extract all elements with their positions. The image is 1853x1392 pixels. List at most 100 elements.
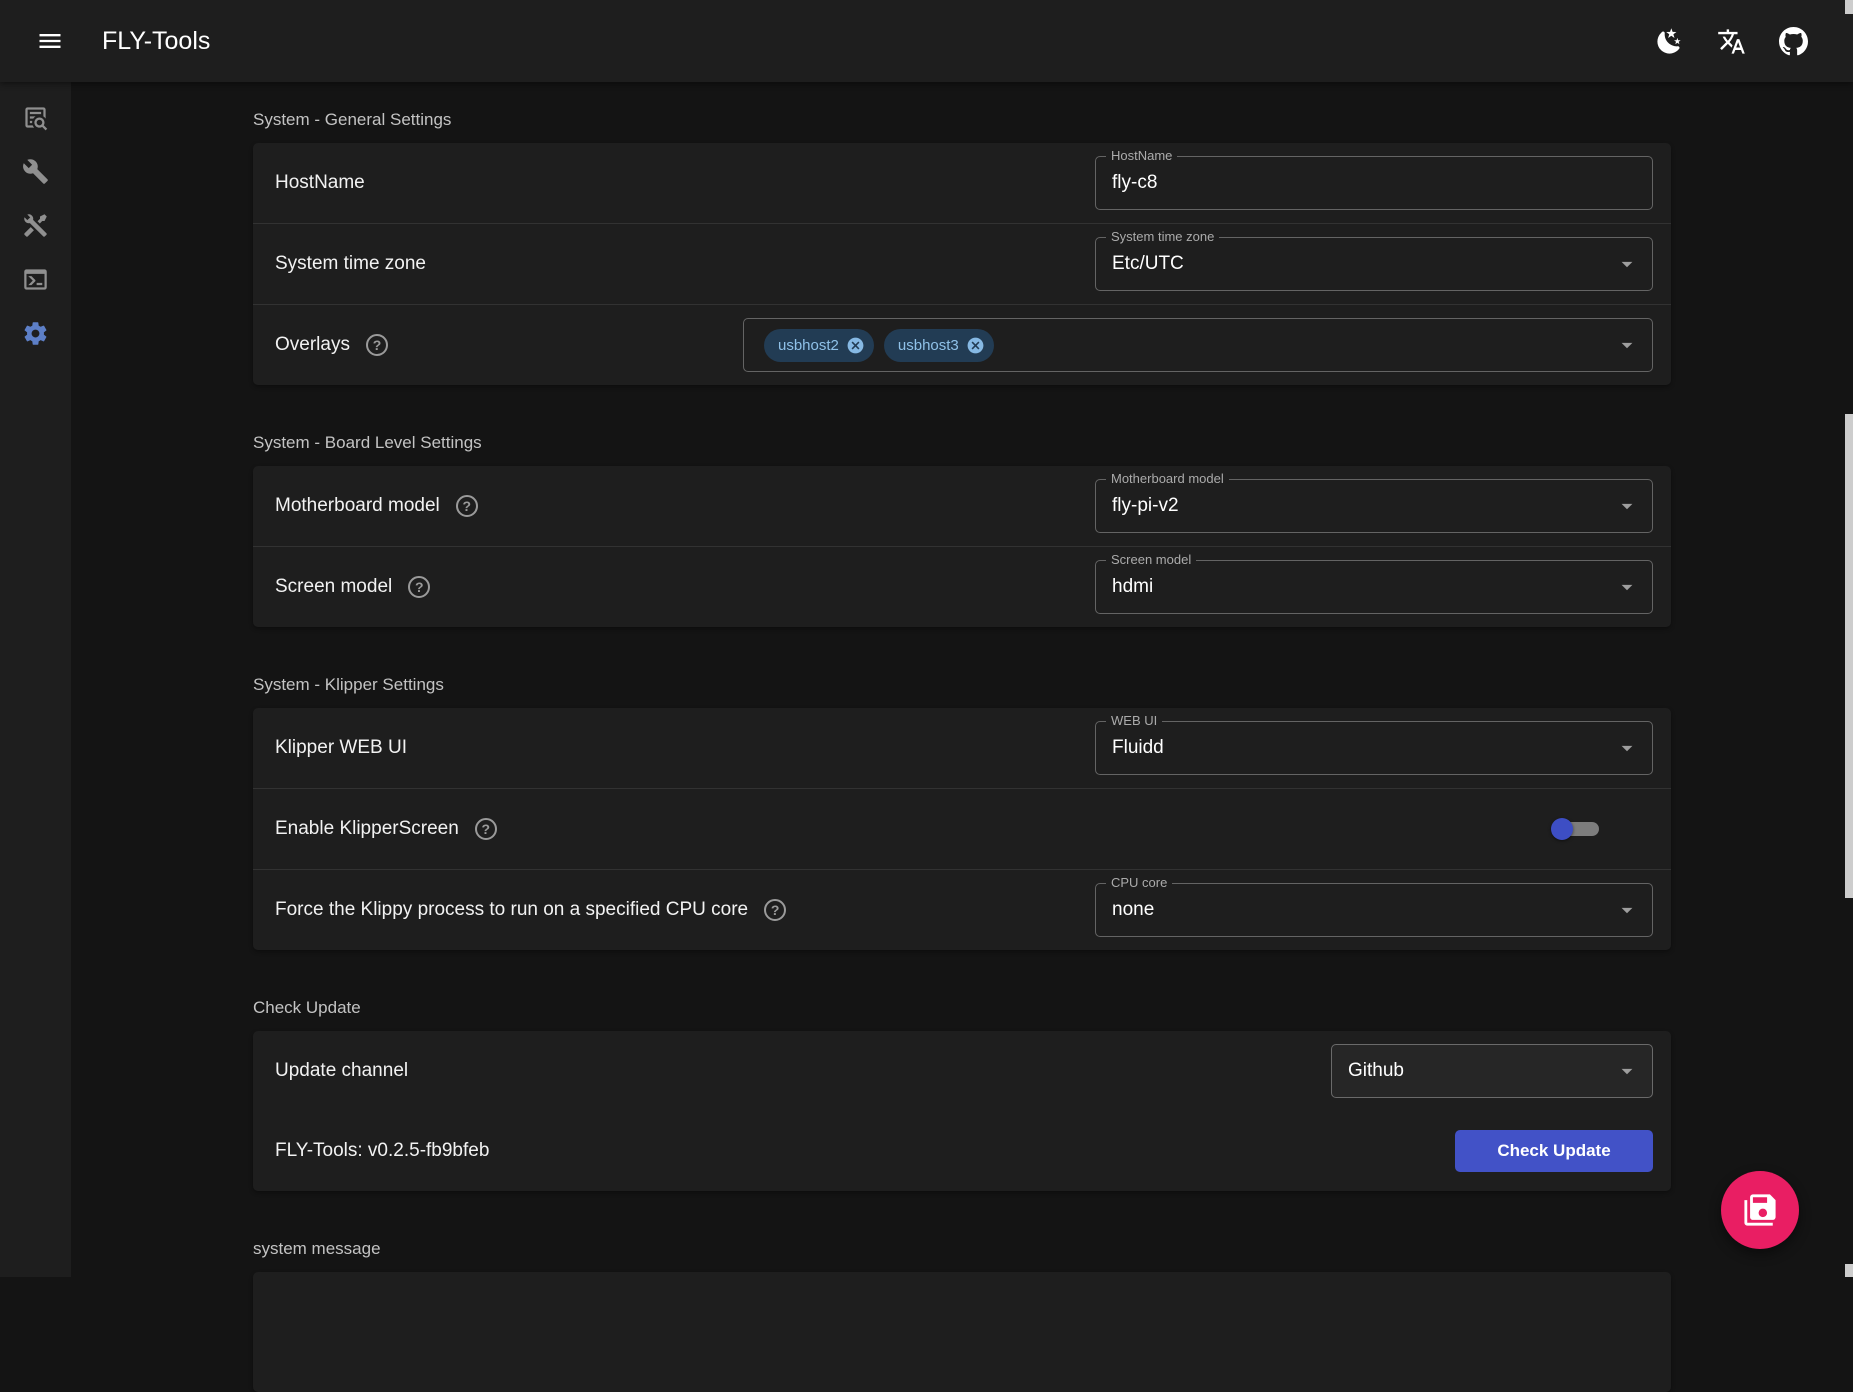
scrollbar-thumb[interactable] xyxy=(1845,414,1853,898)
row-hostname: HostName HostName fly-c8 xyxy=(253,143,1671,223)
chevron-down-icon xyxy=(1614,493,1640,519)
tools-icon xyxy=(22,212,49,239)
terminal-icon xyxy=(22,266,49,293)
row-screen-model: Screen model ? Screen model hdmi xyxy=(253,547,1671,627)
overlays-select[interactable]: usbhost2 usbhost3 xyxy=(743,318,1653,372)
translate-button[interactable] xyxy=(1707,17,1755,65)
overlays-label: Overlays ? xyxy=(275,334,388,356)
section-title-general: System - General Settings xyxy=(253,110,1671,130)
timezone-value: Etc/UTC xyxy=(1112,253,1184,275)
timezone-label: System time zone xyxy=(275,253,426,275)
sidebar-item-settings[interactable] xyxy=(9,306,63,360)
cpucore-field-label: CPU core xyxy=(1106,875,1172,892)
timezone-field-label: System time zone xyxy=(1106,229,1219,246)
github-button[interactable] xyxy=(1769,17,1817,65)
overlay-chips: usbhost2 usbhost3 xyxy=(764,329,994,362)
screen-field-label: Screen model xyxy=(1106,552,1196,569)
motherboard-value: fly-pi-v2 xyxy=(1112,495,1179,517)
version-text: FLY-Tools: v0.2.5-fb9bfeb xyxy=(275,1140,489,1162)
motherboard-field-label: Motherboard model xyxy=(1106,471,1229,488)
check-update-card: Update channel Github FLY-Tools: v0.2.5-… xyxy=(253,1031,1671,1191)
timezone-select[interactable]: System time zone Etc/UTC xyxy=(1095,237,1653,291)
section-title-board: System - Board Level Settings xyxy=(253,433,1671,453)
row-overlays: Overlays ? usbhost2 xyxy=(253,305,1671,385)
app-bar: FLY-Tools xyxy=(0,0,1853,82)
hamburger-icon xyxy=(36,27,64,55)
screen-model-label: Screen model ? xyxy=(275,576,430,598)
row-version: FLY-Tools: v0.2.5-fb9bfeb Check Update xyxy=(253,1111,1671,1191)
motherboard-select[interactable]: Motherboard model fly-pi-v2 xyxy=(1095,479,1653,533)
file-search-icon xyxy=(22,104,49,131)
scrollbar-segment[interactable] xyxy=(1845,1264,1853,1277)
screen-model-select[interactable]: Screen model hdmi xyxy=(1095,560,1653,614)
klipper-settings-card: Klipper WEB UI WEB UI Fluidd Enable Klip… xyxy=(253,708,1671,950)
section-title-message: system message xyxy=(253,1239,1671,1259)
settings-gears-icon xyxy=(22,320,49,347)
sidebar-item-terminal[interactable] xyxy=(9,252,63,306)
save-all-icon xyxy=(1743,1193,1777,1227)
sidebar-item-tools[interactable] xyxy=(9,198,63,252)
help-icon[interactable]: ? xyxy=(408,576,430,598)
help-icon[interactable]: ? xyxy=(366,334,388,356)
general-settings-card: HostName HostName fly-c8 System time zon… xyxy=(253,143,1671,385)
help-icon[interactable]: ? xyxy=(475,818,497,840)
row-cpucore: Force the Klippy process to run on a spe… xyxy=(253,870,1671,950)
screen-value: hdmi xyxy=(1112,576,1153,598)
app-title: FLY-Tools xyxy=(102,27,210,56)
sidebar-item-config[interactable] xyxy=(9,144,63,198)
moon-icon xyxy=(1655,27,1684,56)
system-message-card xyxy=(253,1272,1671,1392)
menu-button[interactable] xyxy=(26,17,74,65)
section-klipper: System - Klipper Settings Klipper WEB UI… xyxy=(253,675,1671,950)
cpucore-select[interactable]: CPU core none xyxy=(1095,883,1653,937)
sidebar-item-system-info[interactable] xyxy=(9,90,63,144)
chip-close-icon[interactable] xyxy=(966,336,985,355)
section-title-update: Check Update xyxy=(253,998,1671,1018)
help-icon[interactable]: ? xyxy=(764,899,786,921)
scrollbar xyxy=(1845,0,1853,1277)
section-message: system message xyxy=(253,1239,1671,1392)
klipperscreen-label: Enable KlipperScreen ? xyxy=(275,818,497,840)
cpucore-label: Force the Klippy process to run on a spe… xyxy=(275,899,786,921)
chevron-down-icon xyxy=(1614,897,1640,923)
section-board: System - Board Level Settings Motherboar… xyxy=(253,433,1671,627)
chip-usbhost2[interactable]: usbhost2 xyxy=(764,329,874,362)
webui-field-label: WEB UI xyxy=(1106,713,1162,730)
sidebar xyxy=(0,82,71,1277)
section-title-klipper: System - Klipper Settings xyxy=(253,675,1671,695)
check-update-button[interactable]: Check Update xyxy=(1455,1130,1653,1172)
webui-select[interactable]: WEB UI Fluidd xyxy=(1095,721,1653,775)
chevron-down-icon xyxy=(1614,332,1640,358)
row-timezone: System time zone System time zone Etc/UT… xyxy=(253,224,1671,304)
row-update-channel: Update channel Github xyxy=(253,1031,1671,1111)
wrench-icon xyxy=(22,158,49,185)
hostname-label: HostName xyxy=(275,172,365,194)
chip-usbhost3[interactable]: usbhost3 xyxy=(884,329,994,362)
scrollbar-segment[interactable] xyxy=(1845,0,1853,14)
update-channel-value: Github xyxy=(1348,1060,1404,1082)
update-channel-label: Update channel xyxy=(275,1060,408,1082)
board-settings-card: Motherboard model ? Motherboard model fl… xyxy=(253,466,1671,627)
chevron-down-icon xyxy=(1614,1058,1640,1084)
row-motherboard: Motherboard model ? Motherboard model fl… xyxy=(253,466,1671,546)
translate-icon xyxy=(1717,27,1746,56)
switch-thumb xyxy=(1551,818,1573,840)
webui-label: Klipper WEB UI xyxy=(275,737,407,759)
save-fab-button[interactable] xyxy=(1721,1171,1799,1249)
chevron-down-icon xyxy=(1614,251,1640,277)
hostname-field-label: HostName xyxy=(1106,148,1177,165)
help-icon[interactable]: ? xyxy=(456,495,478,517)
update-channel-select[interactable]: Github xyxy=(1331,1044,1653,1098)
chevron-down-icon xyxy=(1614,735,1640,761)
chip-close-icon[interactable] xyxy=(846,336,865,355)
motherboard-label: Motherboard model ? xyxy=(275,495,478,517)
dark-mode-button[interactable] xyxy=(1645,17,1693,65)
cpucore-value: none xyxy=(1112,899,1154,921)
row-klipperscreen: Enable KlipperScreen ? xyxy=(253,789,1671,869)
hostname-value: fly-c8 xyxy=(1112,172,1157,194)
section-general: System - General Settings HostName HostN… xyxy=(253,110,1671,385)
hostname-input[interactable]: HostName fly-c8 xyxy=(1095,156,1653,210)
main-content: System - General Settings HostName HostN… xyxy=(71,0,1853,1392)
klipperscreen-switch[interactable] xyxy=(1551,817,1599,841)
webui-value: Fluidd xyxy=(1112,737,1164,759)
